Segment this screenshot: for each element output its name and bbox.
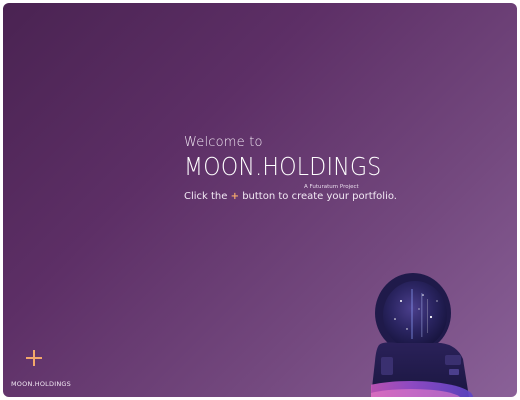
cta-text-after: button to create your portfolio. [242,191,397,202]
footer-brand: MOON.HOLDINGS [11,380,71,388]
astronaut-icon [371,273,473,397]
brand-subtitle: A Futuratum Project [304,184,359,190]
plus-inline-icon: + [230,191,239,202]
welcome-intro: Welcome to [184,135,263,150]
app-window: Welcome to MOON.HOLDINGS A Futuratum Pro… [3,3,517,397]
brand-title: MOON.HOLDINGS [184,152,382,181]
cta-text-before: Click the [184,191,228,202]
add-portfolio-button[interactable] [22,346,46,370]
welcome-block: Welcome to MOON.HOLDINGS A Futuratum Pro… [184,135,408,203]
create-portfolio-instruction: Click the + button to create your portfo… [184,190,408,203]
